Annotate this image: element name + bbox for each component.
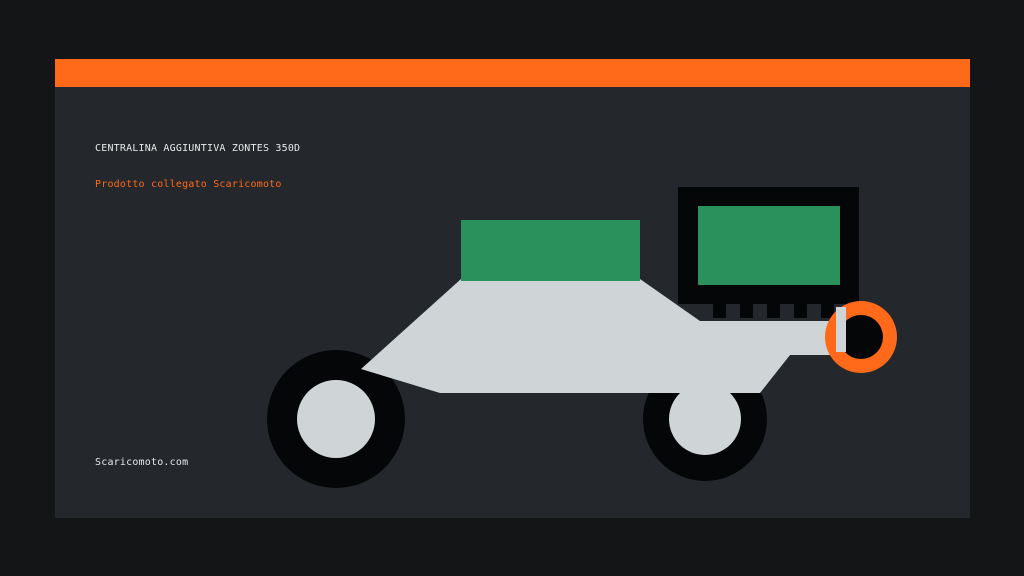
ecu-module-icon bbox=[678, 187, 859, 318]
seat-panel bbox=[461, 220, 640, 281]
page-title: CENTRALINA AGGIUNTIVA ZONTES 350D bbox=[95, 143, 301, 154]
product-card: CENTRALINA AGGIUNTIVA ZONTES 350D Prodot… bbox=[55, 59, 970, 518]
motorcycle-illustration bbox=[267, 187, 897, 488]
related-product-link[interactable]: Prodotto collegato Scaricomoto bbox=[95, 179, 282, 190]
orange-ring-icon bbox=[825, 301, 897, 373]
site-url[interactable]: Scaricomoto.com bbox=[95, 457, 188, 468]
